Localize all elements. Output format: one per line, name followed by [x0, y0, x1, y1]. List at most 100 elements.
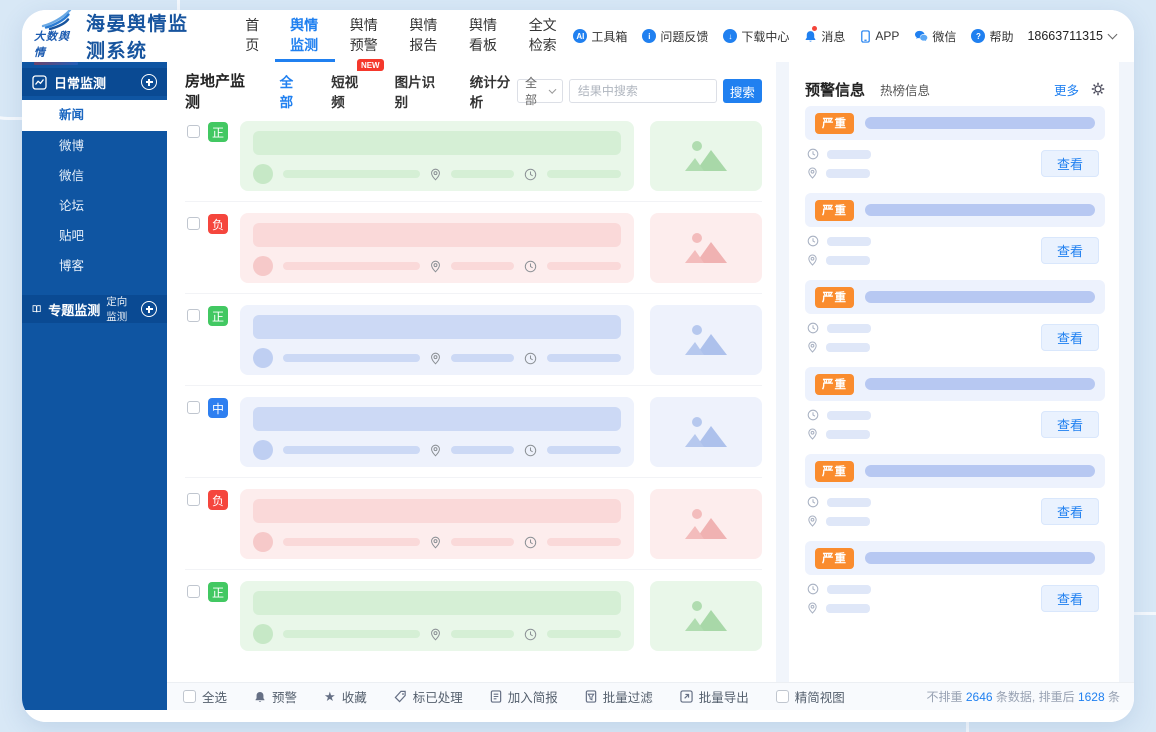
content-tab[interactable]: 图片识别 [395, 71, 442, 111]
add-daily-monitor-button[interactable] [141, 74, 157, 90]
mark-handled-action[interactable]: 标已处理 [394, 687, 463, 706]
time-placeholder [546, 630, 621, 638]
batch-filter-action[interactable]: 批量过滤 [585, 687, 653, 706]
nav-item[interactable]: 舆情监测 [275, 10, 335, 62]
content-tab[interactable]: 统计分析 [470, 71, 517, 111]
row-checkbox[interactable] [187, 217, 200, 230]
gear-icon[interactable] [1091, 82, 1105, 96]
sidebar-item[interactable]: 微博 [22, 131, 167, 161]
title-placeholder [253, 407, 621, 431]
sidebar-section-daily: 日常监测 [22, 68, 167, 96]
wechat-link[interactable]: 微信 [914, 28, 956, 45]
brand-logo: 大数舆情 [34, 10, 78, 65]
thumbnail[interactable] [650, 489, 762, 559]
messages-link[interactable]: 消息 [804, 25, 845, 45]
sidebar-item[interactable]: 博客 [22, 251, 167, 281]
compact-view-checkbox[interactable] [775, 690, 789, 703]
location-icon [431, 352, 440, 365]
location-placeholder [451, 630, 514, 638]
feedback-link[interactable]: i 问题反馈 [642, 28, 708, 45]
time-placeholder [546, 446, 621, 454]
sidebar-item[interactable]: 新闻 [22, 100, 167, 131]
add-to-briefing-action[interactable]: 加入简报 [490, 687, 558, 706]
content-tab[interactable]: 全部 [280, 71, 304, 111]
account-menu[interactable]: 18663711315 [1027, 29, 1118, 43]
result-row: 正 [185, 570, 762, 661]
app-link[interactable]: APP [860, 29, 899, 43]
alert-card-body: 查看 [805, 409, 1105, 440]
content-tab[interactable]: 短视频 NEW [331, 59, 384, 111]
location-placeholder [451, 538, 514, 546]
row-checkbox[interactable] [187, 309, 200, 322]
alert-title-placeholder [865, 465, 1095, 477]
sidebar-item[interactable]: 论坛 [22, 191, 167, 221]
tab-hot-list[interactable]: 热榜信息 [880, 80, 930, 99]
view-button[interactable]: 查看 [1041, 237, 1099, 264]
view-button[interactable]: 查看 [1041, 324, 1099, 351]
thumbnail[interactable] [650, 581, 762, 651]
select-all-checkbox[interactable] [183, 690, 196, 703]
result-card[interactable] [240, 489, 634, 559]
toolbox-link[interactable]: AI 工具箱 [573, 28, 627, 45]
nav-item[interactable]: 舆情看板 [454, 10, 514, 62]
thumbnail[interactable] [650, 213, 762, 283]
download-icon: ↓ [723, 29, 738, 43]
result-card[interactable] [240, 397, 634, 467]
scrollbar-track[interactable] [1119, 62, 1134, 682]
view-button[interactable]: 查看 [1041, 150, 1099, 177]
result-meta [253, 624, 621, 644]
result-card[interactable] [240, 581, 634, 651]
row-checkbox[interactable] [187, 401, 200, 414]
search-button[interactable]: 搜索 [722, 79, 762, 103]
nav-item[interactable]: 全文检索 [514, 10, 574, 62]
search-input[interactable] [568, 79, 717, 103]
nav-item[interactable]: 舆情报告 [394, 10, 454, 62]
favorite-action[interactable]: ★ 收藏 [324, 687, 367, 706]
result-meta [253, 532, 621, 552]
thumbnail[interactable] [650, 121, 762, 191]
sentiment-badge: 正 [208, 306, 228, 326]
location-icon [431, 444, 440, 457]
view-button[interactable]: 查看 [1041, 585, 1099, 612]
compact-view-control[interactable]: 精简视图 [775, 687, 845, 706]
row-checkbox[interactable] [187, 493, 200, 506]
download-center-link[interactable]: ↓ 下载中心 [723, 28, 789, 45]
time-icon [524, 168, 536, 180]
panel-divider [776, 62, 789, 682]
batch-export-action[interactable]: 批量导出 [680, 687, 749, 706]
wechat-icon [915, 30, 928, 42]
alert-action[interactable]: 预警 [254, 687, 297, 706]
result-meta [253, 348, 621, 368]
title-placeholder [253, 499, 621, 523]
nav-item[interactable]: 首页 [230, 10, 275, 62]
time-icon [807, 409, 819, 421]
more-link[interactable]: 更多 [1054, 80, 1079, 99]
view-button[interactable]: 查看 [1041, 498, 1099, 525]
sentiment-badge: 正 [208, 122, 228, 142]
select-all-control[interactable]: 全选 [183, 687, 227, 706]
view-button[interactable]: 查看 [1041, 411, 1099, 438]
bell-icon [806, 30, 816, 42]
result-card[interactable] [240, 305, 634, 375]
location-placeholder [451, 446, 514, 454]
avatar [253, 624, 273, 644]
thumbnail[interactable] [650, 305, 762, 375]
result-card[interactable] [240, 213, 634, 283]
sidebar-item[interactable]: 微信 [22, 161, 167, 191]
alert-card-header: 严重 [805, 454, 1105, 488]
source-placeholder [283, 170, 420, 178]
avatar [253, 532, 273, 552]
thumbnail[interactable] [650, 397, 762, 467]
row-checkbox[interactable] [187, 125, 200, 138]
add-special-monitor-button[interactable] [141, 301, 157, 317]
help-link[interactable]: ? 帮助 [971, 28, 1013, 45]
result-card[interactable] [240, 121, 634, 191]
nav-item[interactable]: 舆情预警 [335, 10, 395, 62]
scope-select[interactable]: 全部 [516, 76, 563, 107]
sidebar-item[interactable]: 贴吧 [22, 221, 167, 251]
alert-card: 严重 查看 [805, 106, 1105, 179]
row-checkbox[interactable] [187, 585, 200, 598]
severity-badge: 严重 [815, 460, 854, 482]
tab-alert-info[interactable]: 预警信息 [805, 79, 865, 100]
tag-icon [394, 690, 406, 703]
